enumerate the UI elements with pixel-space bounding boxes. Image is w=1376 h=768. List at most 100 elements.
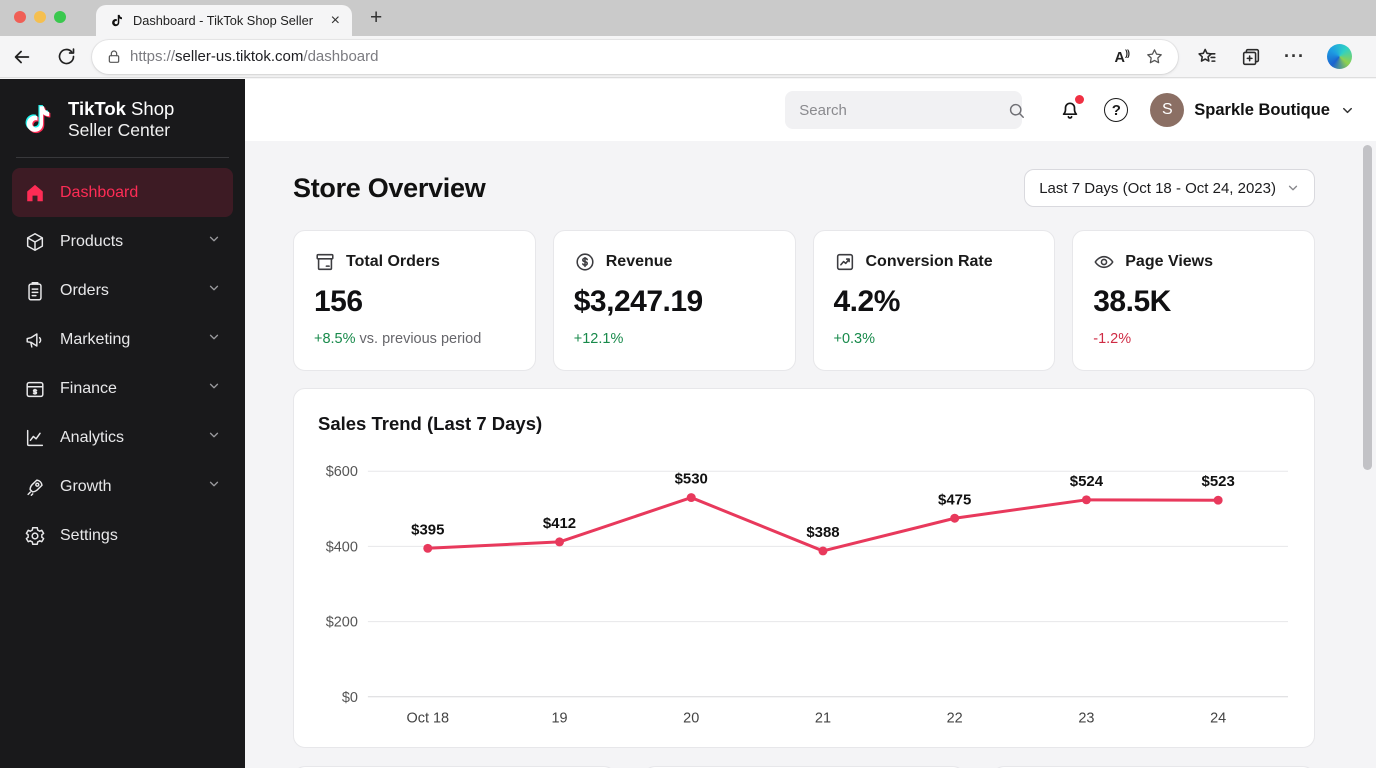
favorite-star-icon[interactable] [1145,47,1164,66]
stat-card-revenue: Revenue $3,247.19 +12.1% [552,230,796,371]
browser-tab[interactable]: Dashboard - TikTok Shop Seller × [96,5,352,36]
conversion-chart-icon [836,253,853,271]
svg-text:$388: $388 [806,524,839,541]
read-aloud-icon[interactable]: A)) [1115,48,1130,66]
avatar: S [1150,93,1185,127]
scrollbar[interactable] [1363,145,1372,470]
chevron-down-icon [207,281,221,300]
package-icon [316,253,334,271]
back-icon[interactable] [0,46,44,68]
chevron-down-icon [207,330,221,349]
new-tab-button[interactable]: + [362,4,390,32]
chevron-down-icon [207,232,221,251]
rocket-icon [27,479,43,496]
wallet-icon [26,381,44,397]
app-logo: TikTok Shop Seller Center [0,79,245,155]
url-text: https://seller-us.tiktok.com/dashboard [130,48,379,65]
svg-text:$412: $412 [543,515,576,532]
sidebar: TikTok Shop Seller Center Dashboard Prod… [0,79,245,768]
sidebar-item-orders[interactable]: Orders [12,266,233,315]
svg-text:21: 21 [815,711,831,727]
stat-value: $3,247.19 [573,285,703,318]
tab-strip: Dashboard - TikTok Shop Seller × + [0,0,1376,36]
copilot-icon[interactable] [1326,44,1352,69]
browser-window: Dashboard - TikTok Shop Seller × + https… [0,0,1376,768]
svg-text:$475: $475 [938,491,971,508]
sidebar-item-growth[interactable]: Growth [12,462,233,511]
zoom-window-button[interactable] [54,11,66,23]
address-bar[interactable]: https://seller-us.tiktok.com/dashboard A… [92,39,1178,74]
tab-close-icon[interactable]: × [329,12,342,29]
traffic-lights [14,11,66,23]
dollar-circle-icon [576,253,594,271]
chevron-down-icon [207,428,221,447]
top-header: ? S Sparkle Boutique [245,79,1376,141]
svg-text:22: 22 [947,711,963,727]
account-menu[interactable]: S Sparkle Boutique [1150,93,1355,127]
search-input[interactable] [799,101,999,119]
stat-label: Revenue [605,253,673,270]
lock-icon [106,49,122,65]
svg-text:19: 19 [551,711,567,727]
sidebar-item-finance[interactable]: Finance [12,364,233,413]
svg-text:$523: $523 [1202,473,1235,490]
svg-text:24: 24 [1210,711,1226,727]
sidebar-item-analytics[interactable]: Analytics [12,413,233,462]
tab-title: Dashboard - TikTok Shop Seller [133,13,313,28]
stat-delta: -1.2% [1093,331,1132,347]
svg-text:$200: $200 [326,615,358,631]
stat-delta: +12.1% [573,331,624,347]
svg-text:$400: $400 [326,539,358,555]
gear-icon [25,526,45,545]
toolbar: https://seller-us.tiktok.com/dashboard A… [0,36,1376,78]
chart-title: Sales Trend (Last 7 Days) [318,413,543,434]
stat-card-total-orders: Total Orders 156 +8.5% vs. previous peri… [293,230,536,371]
megaphone-icon [26,332,42,348]
svg-text:23: 23 [1078,711,1094,727]
stat-delta: +0.3% [833,331,876,347]
stat-value: 156 [314,285,363,318]
collections-icon[interactable] [1240,46,1262,68]
stats-grid: Total Orders 156 +8.5% vs. previous peri… [293,230,1315,371]
stat-card-page-views: Page Views 38.5K -1.2% [1072,230,1315,371]
stat-card-conversion-rate: Conversion Rate 4.2% +0.3% [812,230,1056,371]
chevron-down-icon [1286,181,1300,195]
chevron-down-icon [1340,103,1355,118]
date-range-select[interactable]: Last 7 Days (Oct 18 - Oct 24, 2023) [1024,169,1315,207]
tiktok-favicon-icon [110,12,125,29]
stat-value: 38.5K [1093,285,1171,318]
svg-text:20: 20 [683,711,699,727]
home-icon [27,184,43,201]
stat-label: Page Views [1125,253,1214,270]
search-icon[interactable] [1007,101,1026,120]
svg-text:Oct 18: Oct 18 [406,711,449,727]
sidebar-item-settings[interactable]: Settings [12,511,233,560]
sidebar-item-dashboard[interactable]: Dashboard [12,168,233,218]
stat-label: Conversion Rate [865,253,993,270]
svg-text:$530: $530 [675,471,708,488]
help-icon[interactable]: ? [1104,98,1129,122]
minimize-window-button[interactable] [34,11,46,23]
close-window-button[interactable] [14,11,26,23]
stat-label: Total Orders [346,253,440,270]
stat-delta: +8.5% [314,331,356,347]
stat-value: 4.2% [833,285,901,318]
svg-text:$524: $524 [1070,473,1104,490]
chevron-down-icon [207,477,221,496]
favorites-bar-icon[interactable] [1196,46,1218,68]
notifications-bell-icon[interactable] [1058,95,1085,122]
svg-text:$0: $0 [342,690,358,706]
search-box[interactable] [785,91,1025,129]
eye-icon [1094,255,1114,269]
sidebar-item-products[interactable]: Products [12,217,233,266]
svg-text:$600: $600 [326,464,358,480]
tiktok-logo-icon [22,99,56,139]
svg-text:$395: $395 [411,521,444,538]
sidebar-item-marketing[interactable]: Marketing [12,315,233,364]
brand-subtitle: Seller Center [68,120,171,141]
line-chart-icon [26,429,44,446]
notification-dot [1075,95,1085,104]
page-title: Store Overview [293,172,486,203]
settings-more-icon[interactable]: ··· [1284,46,1305,67]
reload-icon[interactable] [44,46,88,67]
